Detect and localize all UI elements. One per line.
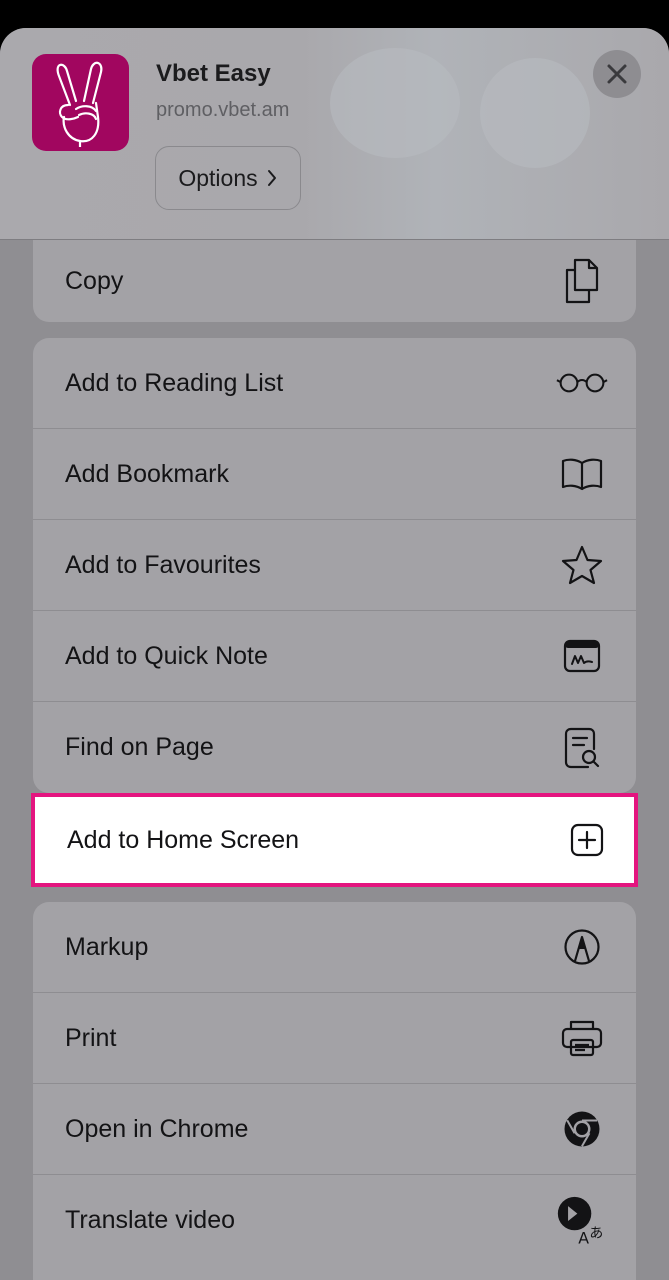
extensions-group: Markup Print Open in Chrome Translate vi…	[33, 902, 636, 1280]
action-row-open-in-chrome[interactable]: Open in Chrome	[33, 1084, 636, 1175]
action-label: Translate video	[65, 1206, 235, 1234]
peace-hand-icon	[56, 61, 102, 147]
markup-pen-icon	[556, 921, 608, 973]
action-label: Open in Chrome	[65, 1114, 249, 1143]
close-icon	[607, 64, 627, 84]
action-row-find-on-page[interactable]: Find on Page	[33, 702, 636, 793]
close-button[interactable]	[593, 50, 641, 98]
glasses-icon	[556, 357, 608, 409]
app-icon	[32, 54, 129, 151]
book-icon	[556, 448, 608, 500]
copy-icon	[556, 255, 608, 307]
app-url: promo.vbet.am	[156, 99, 290, 121]
background-blur	[330, 48, 460, 158]
action-label: Find on Page	[65, 733, 214, 761]
action-row-print[interactable]: Print	[33, 993, 636, 1084]
action-row-quick-note[interactable]: Add to Quick Note	[33, 611, 636, 702]
action-row-bookmark[interactable]: Add Bookmark	[33, 429, 636, 520]
app-name: Vbet Easy	[156, 60, 271, 87]
options-label: Options	[178, 164, 258, 191]
star-icon	[556, 539, 608, 591]
svg-text:あ: あ	[589, 1225, 603, 1241]
add-to-home-screen-row[interactable]: Add to Home Screen	[31, 793, 638, 887]
share-sheet: Vbet Easy promo.vbet.am Options Copy Add…	[0, 28, 669, 1280]
quick-note-icon	[556, 630, 608, 682]
action-label: Add to Home Screen	[67, 825, 300, 854]
chrome-icon	[556, 1103, 608, 1155]
find-on-page-icon	[556, 722, 608, 774]
action-label: Add Bookmark	[65, 459, 229, 488]
action-row-favourites[interactable]: Add to Favourites	[33, 520, 636, 611]
actions-group: Add to Reading List Add Bookmark Add to …	[33, 338, 636, 793]
action-row-markup[interactable]: Markup	[33, 902, 636, 993]
printer-icon	[556, 1012, 608, 1064]
copy-label: Copy	[65, 266, 124, 295]
translate-video-icon: A あ	[556, 1195, 608, 1247]
action-label: Add to Favourites	[65, 550, 261, 579]
action-row-reading-list[interactable]: Add to Reading List	[33, 338, 636, 429]
plus-square-icon	[570, 823, 604, 857]
action-label: Print	[65, 1023, 117, 1052]
copy-group: Copy	[33, 240, 636, 322]
options-button[interactable]: Options	[155, 146, 301, 210]
chevron-right-icon	[267, 170, 276, 186]
background-blur	[480, 58, 590, 168]
action-label: Add to Quick Note	[65, 641, 268, 670]
action-label: Markup	[65, 932, 149, 961]
action-row-translate-video[interactable]: Translate video A あ	[33, 1175, 636, 1266]
copy-row[interactable]: Copy	[33, 240, 636, 322]
share-sheet-header: Vbet Easy promo.vbet.am Options	[0, 28, 669, 240]
action-label: Add to Reading List	[65, 368, 284, 397]
svg-text:A: A	[578, 1228, 589, 1247]
